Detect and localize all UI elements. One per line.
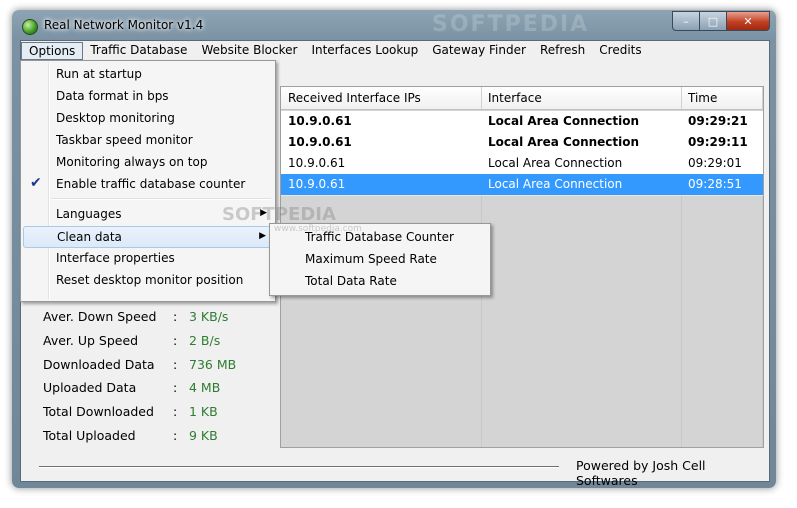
stat-row: Uploaded Data : 4 MB [43,380,273,404]
column-header-time[interactable]: Time [688,91,717,105]
menu-data-format-bps[interactable]: Data format in bps [23,86,273,107]
stat-value: 4 MB [189,380,221,396]
menu-interface-properties[interactable]: Interface properties [23,248,273,269]
stat-label: Total Downloaded [43,404,154,420]
stat-value: 9 KB [189,427,218,443]
menu-options[interactable]: Options [21,42,84,60]
menu-interfaces-lookup[interactable]: Interfaces Lookup [304,41,425,59]
stat-row: Aver. Down Speed : 3 KB/s [43,309,273,333]
menu-reset-desktop-monitor-position[interactable]: Reset desktop monitor position [23,270,273,291]
cell-interface: Local Area Connection [488,114,640,128]
menu-website-blocker[interactable]: Website Blocker [194,41,304,59]
app-globe-icon[interactable] [22,19,38,35]
menu-credits[interactable]: Credits [592,41,648,59]
close-button[interactable]: ✕ [727,11,770,31]
title-bar[interactable]: Real Network Monitor v1.4 SOFTPEDIA – □ … [12,10,776,40]
cell-time: 09:29:01 [688,156,742,170]
footer-credit: Powered by Josh Cell Softwares [576,458,706,488]
column-header-interface[interactable]: Interface [488,91,542,105]
menu-refresh[interactable]: Refresh [533,41,592,59]
cell-interface: Local Area Connection [488,177,623,191]
window-title: Real Network Monitor v1.4 [44,18,204,32]
stat-row: Total Uploaded : 9 KB [43,428,273,452]
menu-traffic-database[interactable]: Traffic Database [83,41,194,59]
stat-colon: : [173,380,178,396]
stat-row: Aver. Up Speed : 2 B/s [43,333,273,357]
table-row[interactable]: 10.9.0.61 Local Area Connection 09:29:11 [281,132,763,154]
stat-label: Downloaded Data [43,356,155,372]
menu-desktop-monitoring[interactable]: Desktop monitoring [23,108,273,129]
submenu-arrow-icon: ▶ [259,231,266,241]
minimize-button[interactable]: – [672,11,700,31]
menu-taskbar-speed-monitor[interactable]: Taskbar speed monitor [23,130,273,151]
stat-label: Total Uploaded [43,427,136,443]
menu-run-at-startup[interactable]: Run at startup [23,64,273,85]
cell-time: 09:29:21 [688,114,748,128]
submenu-total-data-rate[interactable]: Total Data Rate [272,270,488,291]
stat-label: Uploaded Data [43,380,137,396]
maximize-button[interactable]: □ [700,11,727,31]
cell-ip: 10.9.0.61 [288,135,352,149]
footer-divider [39,466,559,468]
table-row[interactable]: 10.9.0.61 Local Area Connection 09:29:21 [281,111,763,133]
submenu-maximum-speed-rate[interactable]: Maximum Speed Rate [272,248,488,269]
stat-colon: : [173,404,178,420]
stat-label: Aver. Down Speed [43,309,157,324]
stat-row: Total Downloaded : 1 KB [43,404,273,428]
stat-value: 3 KB/s [189,309,229,324]
cell-time: 09:28:51 [688,177,742,191]
menu-bar: Options Traffic Database Website Blocker… [21,41,769,61]
stat-value: 2 B/s [189,332,221,348]
table-header: Received Interface IPs Interface Time [281,87,763,110]
menu-gateway-finder[interactable]: Gateway Finder [425,41,533,59]
stat-colon: : [173,309,178,324]
table-row[interactable]: 10.9.0.61 Local Area Connection 09:29:01 [281,153,763,175]
menu-clean-data[interactable]: Clean data ▶ [23,226,273,248]
stat-colon: : [173,356,178,372]
cell-interface: Local Area Connection [488,135,640,149]
center-watermark-url: www.softpedia.com [274,224,362,234]
cell-ip: 10.9.0.61 [288,177,346,191]
cell-ip: 10.9.0.61 [288,156,346,170]
column-header-ips[interactable]: Received Interface IPs [288,91,421,105]
stats-panel: Aver. Down Speed : 3 KB/s Aver. Up Speed… [43,309,273,452]
stat-value: 736 MB [189,356,237,372]
title-watermark: SOFTPEDIA [432,12,590,37]
menu-enable-traffic-database-counter[interactable]: ✔ Enable traffic database counter [23,174,273,195]
stat-row: Downloaded Data : 736 MB [43,357,273,381]
options-dropdown-menu: Run at startup Data format in bps Deskto… [20,60,276,302]
stat-colon: : [173,427,178,443]
stat-label: Aver. Up Speed [43,332,139,348]
cell-ip: 10.9.0.61 [288,114,352,128]
table-row-selected[interactable]: 10.9.0.61 Local Area Connection 09:28:51 [281,174,763,196]
center-watermark: SOFTPEDIA [222,204,336,225]
checkmark-icon: ✔ [30,175,42,191]
stat-value: 1 KB [189,404,218,420]
menu-monitoring-always-on-top[interactable]: Monitoring always on top [23,152,273,173]
cell-interface: Local Area Connection [488,156,623,170]
stat-colon: : [173,332,178,348]
cell-time: 09:29:11 [688,135,748,149]
